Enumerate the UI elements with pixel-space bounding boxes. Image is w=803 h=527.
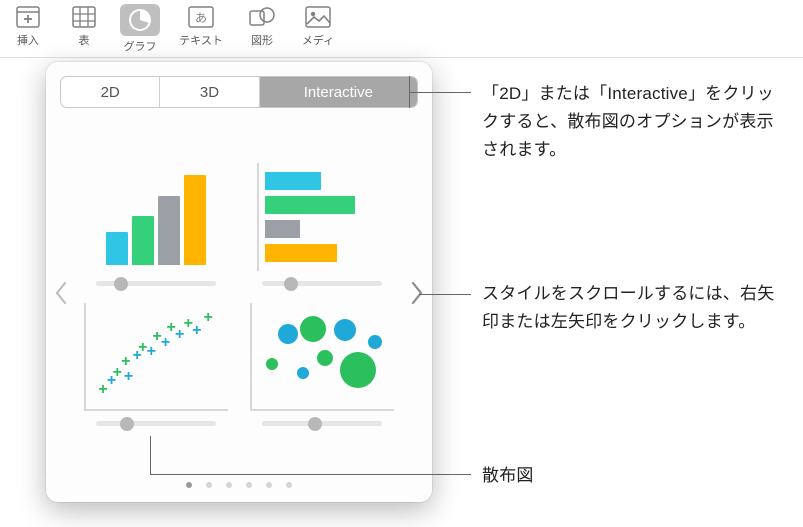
- toolbar-label: メディ: [302, 32, 334, 48]
- toolbar-table[interactable]: 表: [56, 4, 112, 57]
- seg-2d[interactable]: 2D: [61, 77, 160, 107]
- seg-label: Interactive: [304, 84, 373, 101]
- page-dots[interactable]: [46, 472, 432, 502]
- segmented-control: 2D 3D Interactive: [60, 76, 418, 108]
- media-icon: [303, 4, 333, 30]
- leader-line: [150, 436, 151, 474]
- interactive-bubble-chart[interactable]: [244, 297, 400, 429]
- next-arrow[interactable]: [402, 268, 432, 318]
- scatter-chart-preview: + + + + + + + + + + + + + + +: [84, 303, 228, 411]
- seg-label: 3D: [200, 84, 219, 101]
- interactive-scatter-chart[interactable]: + + + + + + + + + + + + + + +: [78, 297, 234, 429]
- toolbar-label: テキスト: [179, 32, 223, 48]
- leader-line: [419, 294, 471, 295]
- chevron-left-icon: [54, 281, 68, 305]
- toolbar-graph[interactable]: グラフ: [112, 4, 168, 57]
- bar-chart-preview: [91, 163, 221, 271]
- graph-popover: 2D 3D Interactive: [46, 62, 432, 502]
- toolbar: 挿入 表 グラフ あ テキスト 図形 メディ: [0, 0, 803, 58]
- callout-scatter: 散布図: [482, 462, 534, 490]
- text-icon: あ: [186, 4, 216, 30]
- bubble-chart-preview: [250, 303, 394, 411]
- toolbar-shape[interactable]: 図形: [234, 4, 290, 57]
- style-slider: [262, 277, 382, 289]
- interactive-hbar-chart[interactable]: [244, 157, 400, 289]
- toolbar-label: 表: [79, 32, 90, 48]
- insert-icon: [13, 4, 43, 30]
- shape-icon: [247, 4, 277, 30]
- style-slider: [96, 277, 216, 289]
- toolbar-insert[interactable]: 挿入: [0, 4, 56, 57]
- seg-label: 2D: [101, 84, 120, 101]
- leader-line: [150, 474, 471, 475]
- interactive-bar-chart[interactable]: [78, 157, 234, 289]
- style-slider: [96, 417, 216, 429]
- style-slider: [262, 417, 382, 429]
- toolbar-text[interactable]: あ テキスト: [168, 4, 234, 57]
- seg-3d[interactable]: 3D: [160, 77, 259, 107]
- toolbar-media[interactable]: メディ: [290, 4, 346, 57]
- chart-gallery: + + + + + + + + + + + + + + +: [46, 114, 432, 472]
- prev-arrow[interactable]: [46, 268, 76, 318]
- hbar-chart-preview: [257, 163, 387, 271]
- chart-grid: + + + + + + + + + + + + + + +: [76, 155, 402, 431]
- table-icon: [69, 4, 99, 30]
- leader-line: [409, 92, 471, 93]
- chevron-right-icon: [410, 281, 424, 305]
- toolbar-label: 図形: [251, 32, 273, 48]
- chart-icon: [125, 7, 155, 33]
- callout-arrows: スタイルをスクロールするには、右矢印または左矢印をクリックします。: [482, 280, 790, 336]
- toolbar-label: 挿入: [17, 32, 39, 48]
- svg-text:あ: あ: [195, 11, 207, 25]
- seg-interactive[interactable]: Interactive: [260, 77, 417, 107]
- toolbar-label: グラフ: [124, 38, 157, 54]
- callout-2d-interactive: 「2D」または「Interactive」をクリックすると、散布図のオプションが表…: [482, 80, 790, 164]
